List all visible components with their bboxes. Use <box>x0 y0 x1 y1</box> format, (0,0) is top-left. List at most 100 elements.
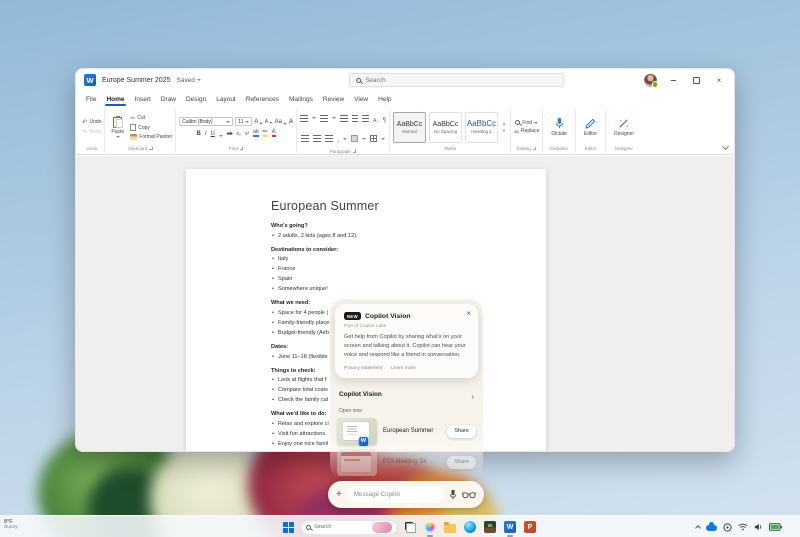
copy-button[interactable]: Copy <box>130 122 172 132</box>
plus-icon[interactable] <box>336 490 342 500</box>
replace-button[interactable]: ab Replace <box>514 128 539 134</box>
copilot-vision-glasses-icon[interactable] <box>462 490 476 499</box>
learn-more-link[interactable]: Learn more <box>391 366 416 371</box>
vision-item-european-summer[interactable]: W European Summer Share <box>330 414 483 446</box>
taskbar-search-input[interactable] <box>314 524 369 530</box>
privacy-statement-link[interactable]: Privacy statement <box>344 366 382 371</box>
font-size-select[interactable]: 11 <box>235 117 253 126</box>
superscript-button[interactable]: x² <box>245 131 249 137</box>
save-status-dropdown[interactable]: Saved <box>176 77 201 84</box>
styles-gallery-scroll[interactable]: ▲ ▼ <box>501 121 507 133</box>
volume-icon[interactable] <box>754 523 763 531</box>
highlight-color-button[interactable]: ✏ <box>262 129 268 137</box>
start-button[interactable] <box>281 519 295 535</box>
taskbar-powerpoint-button[interactable] <box>523 519 537 535</box>
increase-indent-button[interactable] <box>362 114 369 122</box>
collapse-ribbon-icon[interactable] <box>721 142 730 151</box>
chevron-down-icon <box>282 122 287 125</box>
show-marks-button[interactable] <box>383 109 386 127</box>
tab-draw[interactable]: Draw <box>161 96 176 103</box>
dialog-launcher-icon[interactable] <box>149 146 153 151</box>
item-title: European Summer <box>383 428 434 435</box>
shading-button[interactable] <box>351 135 359 142</box>
redo-button[interactable]: Redo <box>82 128 101 136</box>
taskbar-file-explorer-button[interactable] <box>443 519 457 535</box>
format-painter-button[interactable]: Format Painter <box>130 133 172 140</box>
battery-icon[interactable] <box>769 523 782 531</box>
tab-help[interactable]: Help <box>378 96 391 103</box>
align-left-button[interactable] <box>300 135 309 142</box>
style-heading-1[interactable]: AaBbCc Heading 1 <box>465 111 499 143</box>
mic-icon[interactable] <box>449 489 457 500</box>
tab-insert[interactable]: Insert <box>135 96 151 103</box>
numbering-button[interactable] <box>319 114 328 122</box>
designer-button[interactable]: Designer <box>609 118 639 137</box>
dialog-launcher-icon[interactable] <box>352 149 357 153</box>
borders-button[interactable] <box>370 135 378 142</box>
taskbar-word-button[interactable] <box>503 519 517 535</box>
tab-review[interactable]: Review <box>323 96 344 103</box>
section-title: Copilot Vision <box>339 391 382 399</box>
font-family-select[interactable]: Calibri (Body) <box>179 117 234 126</box>
subscript-button[interactable]: x₂ <box>236 131 240 137</box>
wifi-icon[interactable] <box>738 523 748 531</box>
style-no-spacing[interactable]: AaBbCc No Spacing <box>429 111 463 143</box>
taskbar-edge-button[interactable] <box>463 519 477 535</box>
tab-mailings[interactable]: Mailings <box>289 96 313 103</box>
doc-bullet: France <box>271 264 501 274</box>
bullets-button[interactable] <box>299 114 308 122</box>
shrink-font-button[interactable]: A ▼ <box>265 119 273 125</box>
user-avatar[interactable] <box>644 73 658 88</box>
clear-formatting-button[interactable]: A <box>288 118 293 125</box>
find-button[interactable]: Find <box>515 120 539 126</box>
sort-button[interactable] <box>373 109 379 127</box>
cut-button[interactable]: Cut <box>130 115 172 122</box>
weather-widget[interactable]: 8°F Sunny <box>4 519 18 532</box>
grow-font-button[interactable]: A ▲ <box>254 119 262 125</box>
maximize-button[interactable] <box>689 74 703 86</box>
task-view-button[interactable] <box>403 519 417 535</box>
undo-button[interactable]: Undo <box>82 118 101 126</box>
font-color-button[interactable]: A <box>271 129 276 137</box>
show-hidden-icons-chevron[interactable] <box>695 525 701 531</box>
strikethrough-button[interactable]: ab <box>227 131 233 137</box>
taskbar-game-button[interactable] <box>483 519 497 535</box>
tray-status-icon[interactable] <box>723 522 732 532</box>
paste-button[interactable]: Paste <box>108 115 127 138</box>
taskbar-copilot-button[interactable] <box>423 519 437 535</box>
word-search-input[interactable] <box>365 76 558 84</box>
dictate-button[interactable]: Dictate <box>546 117 572 137</box>
change-case-button[interactable]: Aa <box>275 119 287 125</box>
tab-design[interactable]: Design <box>186 96 206 103</box>
italic-button[interactable]: I <box>205 131 207 137</box>
line-spacing-button[interactable] <box>337 130 340 148</box>
taskbar-search-box[interactable] <box>301 519 397 535</box>
copilot-vision-section-header[interactable]: Copilot Vision <box>330 386 483 404</box>
share-button[interactable]: Share <box>447 424 476 438</box>
word-search-box[interactable] <box>349 73 565 87</box>
minimize-button[interactable] <box>666 74 680 86</box>
tab-view[interactable]: View <box>354 96 368 103</box>
decrease-indent-button[interactable] <box>351 114 359 122</box>
dialog-launcher-icon[interactable] <box>239 146 244 151</box>
onedrive-icon[interactable] <box>706 522 717 531</box>
close-icon[interactable] <box>466 310 471 318</box>
tab-file[interactable]: File <box>86 96 96 103</box>
text-highlight-button[interactable]: ab <box>253 129 259 137</box>
close-button[interactable] <box>712 74 726 86</box>
vision-item-pta-meeting[interactable]: PTA Meeting '24 Share <box>330 445 483 476</box>
tab-layout[interactable]: Layout <box>216 96 236 103</box>
copilot-message-input[interactable] <box>346 486 444 503</box>
align-right-button[interactable] <box>324 135 333 142</box>
style-normal[interactable]: AaBbCc Normal <box>393 111 427 143</box>
multilevel-list-button[interactable] <box>339 114 348 122</box>
share-button[interactable]: Share <box>447 455 476 469</box>
dialog-launcher-icon[interactable] <box>532 146 537 151</box>
editor-button[interactable]: Editor <box>579 118 602 137</box>
align-center-button[interactable] <box>312 135 321 142</box>
tab-home[interactable]: Home <box>105 96 126 106</box>
underline-button[interactable]: U <box>211 131 215 137</box>
bold-button[interactable]: B <box>197 131 201 137</box>
weather-condition: Sunny <box>4 525 18 531</box>
tab-references[interactable]: References <box>246 96 279 103</box>
